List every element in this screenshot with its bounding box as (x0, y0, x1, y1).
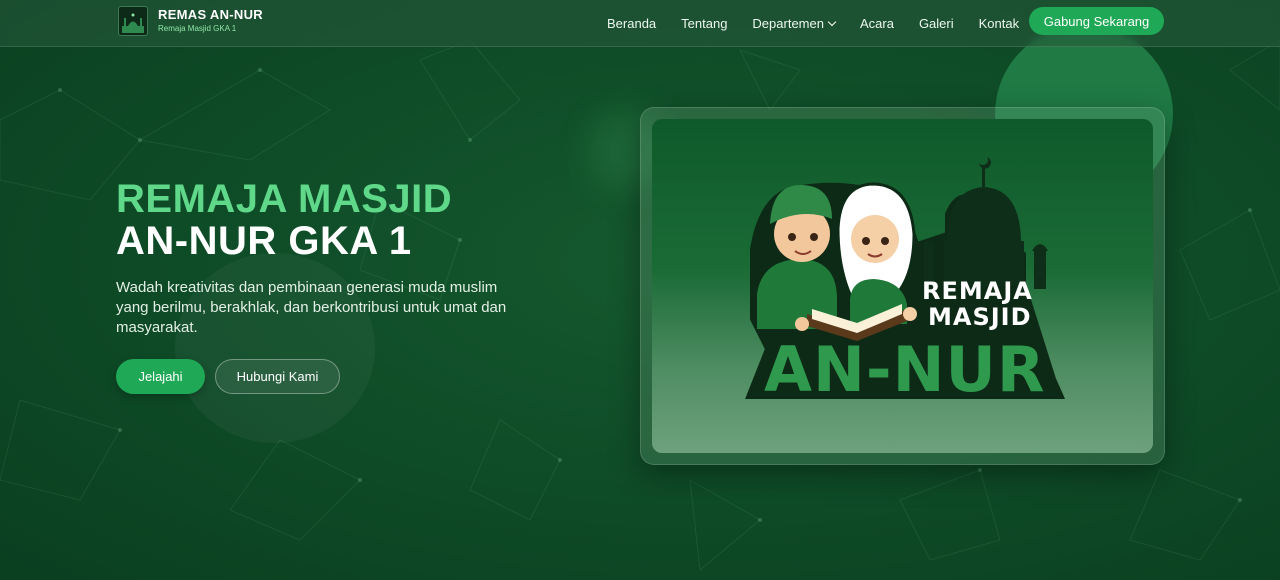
nav-item-acara[interactable]: Acara (860, 16, 894, 31)
hero-title-line1: REMAJA MASJID (116, 177, 453, 221)
brand-subtitle: Remaja Masjid GKA 1 (158, 24, 237, 33)
hero-title: REMAJA MASJID AN-NUR GKA 1 (116, 178, 452, 262)
nav-item-tentang[interactable]: Tentang (681, 16, 727, 31)
contact-us-button[interactable]: Hubungi Kami (215, 359, 340, 394)
join-now-button[interactable]: Gabung Sekarang (1029, 7, 1164, 35)
mosque-logo-icon (118, 6, 148, 36)
nav-item-departemen-label: Departemen (752, 16, 824, 31)
logo-text-remaja: REMAJA (922, 277, 1033, 305)
nav-item-galeri[interactable]: Galeri (919, 16, 954, 31)
nav-item-departemen[interactable]: Departemen (752, 16, 837, 31)
nav-item-kontak[interactable]: Kontak (979, 16, 1019, 31)
hero-image: REMAJA MASJID AN-NUR (652, 119, 1153, 453)
brand[interactable]: REMAS AN-NUR Remaja Masjid GKA 1 (118, 6, 263, 36)
chevron-down-icon (827, 17, 837, 27)
hero-description: Wadah kreativitas dan pembinaan generasi… (116, 279, 507, 336)
explore-button[interactable]: Jelajahi (116, 359, 205, 394)
logo-text-masjid: MASJID (928, 303, 1032, 331)
navbar: REMAS AN-NUR Remaja Masjid GKA 1 Beranda… (0, 0, 1280, 47)
remaja-masjid-logo-illustration: REMAJA MASJID AN-NUR (745, 157, 1066, 406)
main-nav: Beranda Tentang Departemen Acara Galeri … (607, 0, 1019, 47)
brand-name: REMAS AN-NUR (158, 7, 263, 22)
hero-title-line2: AN-NUR GKA 1 (116, 219, 412, 263)
logo-text-an-nur: AN-NUR (764, 333, 1046, 406)
nav-item-beranda[interactable]: Beranda (607, 16, 656, 31)
